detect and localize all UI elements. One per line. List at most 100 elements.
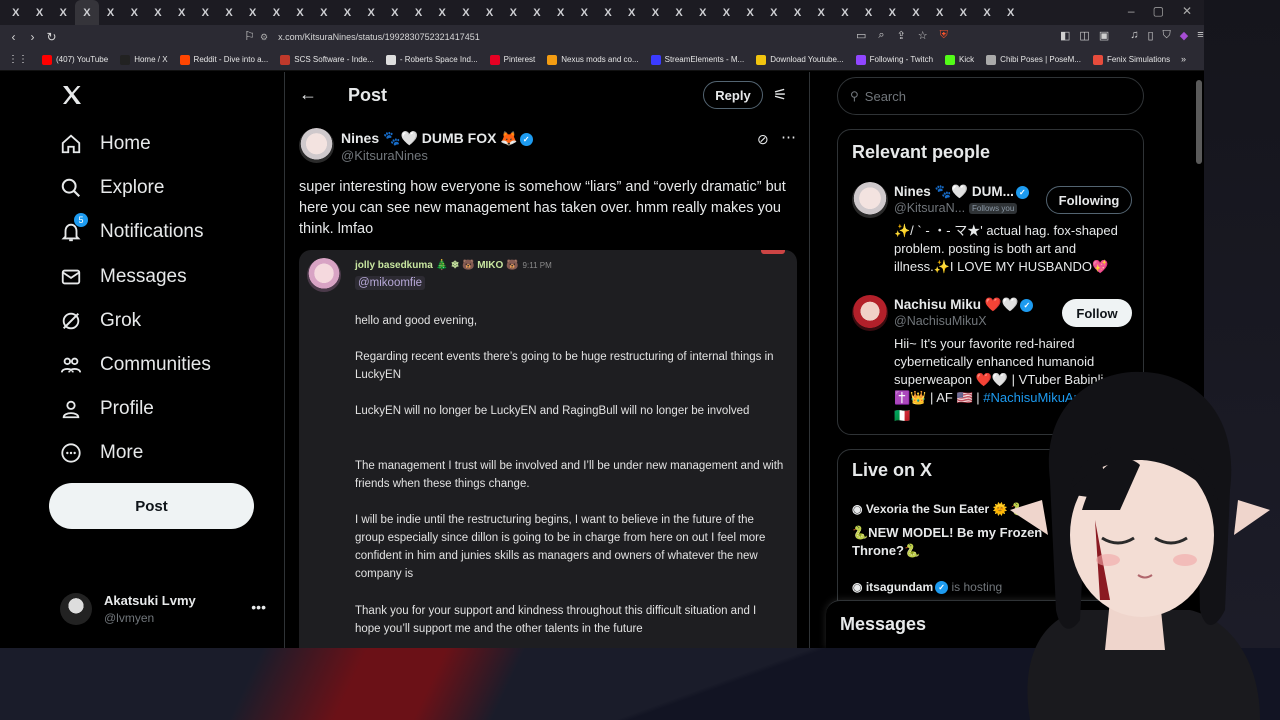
browser-tab[interactable]: X [454, 0, 478, 25]
browser-tab[interactable]: X [952, 0, 976, 25]
close-icon[interactable]: ✕ [1182, 4, 1192, 18]
avatar[interactable] [852, 182, 888, 218]
reply-button[interactable]: Reply [703, 81, 763, 109]
bookmark-item[interactable]: SCS Software - Inde... [280, 54, 374, 65]
nav-item-notifications[interactable]: 5 Notifications [60, 213, 204, 243]
nav-item-communities[interactable]: Communities [60, 354, 211, 376]
browser-tab[interactable]: X [241, 0, 265, 25]
browser-tab[interactable]: X [430, 0, 454, 25]
wallet-icon[interactable]: ◆ [1180, 29, 1188, 42]
browser-tab[interactable]: X [667, 0, 691, 25]
author-handle[interactable]: @KitsuraNines [341, 148, 428, 163]
avatar[interactable] [852, 295, 888, 331]
nav-item-home[interactable]: Home [60, 133, 151, 155]
screen-icon[interactable]: ▭ [856, 29, 866, 42]
browser-tab[interactable]: X [762, 0, 786, 25]
browser-tab[interactable]: X [51, 0, 75, 25]
reply-settings-icon[interactable]: ⚟ [773, 85, 787, 105]
browser-tab[interactable]: X [383, 0, 407, 25]
bookmark-item[interactable]: Reddit - Dive into a... [179, 54, 268, 65]
browser-tab[interactable]: X [786, 0, 810, 25]
site-info-icon[interactable]: ⚙ [260, 32, 268, 43]
browser-tab[interactable]: X [501, 0, 525, 25]
zoom-icon[interactable]: ⌕ [878, 29, 884, 42]
browser-tab[interactable]: X [336, 0, 360, 25]
bookmark-item[interactable]: Download Youtube... [756, 54, 844, 65]
browser-tab[interactable]: X [312, 0, 336, 25]
browser-tab[interactable]: X [644, 0, 668, 25]
sidebar-icon[interactable]: ▯ [1147, 29, 1153, 42]
browser-tab[interactable]: X [525, 0, 549, 25]
browser-tab[interactable]: X [596, 0, 620, 25]
nav-item-profile[interactable]: Profile [60, 398, 154, 420]
browser-tab[interactable]: X [904, 0, 928, 25]
author-name[interactable]: Nines 🐾🤍 DUMB FOX 🦊 ✓ [341, 130, 533, 147]
nav-item-grok[interactable]: Grok [60, 310, 141, 332]
browser-tab[interactable]: X [691, 0, 715, 25]
bookmark-item[interactable]: - Roberts Space Ind... [385, 54, 478, 65]
more-dots-icon[interactable]: ⋯ [781, 128, 796, 146]
browser-tab[interactable]: X [549, 0, 573, 25]
person-name[interactable]: Nines 🐾🤍 DUM... ✓ [894, 184, 1029, 200]
music-icon[interactable]: ♫ [1130, 29, 1138, 42]
live-host[interactable]: ◉ itsagundam ✓ is hosting [852, 580, 1002, 595]
browser-tab[interactable]: X [265, 0, 289, 25]
browser-tab[interactable]: X [880, 0, 904, 25]
browser-tab[interactable]: X [620, 0, 644, 25]
nav-item-explore[interactable]: Explore [60, 177, 164, 199]
bookmark-item[interactable]: Nexus mods and co... [547, 54, 639, 65]
browser-tab[interactable]: X [738, 0, 762, 25]
back-arrow-icon[interactable]: ← [299, 84, 317, 105]
browser-tab[interactable]: X [75, 0, 99, 25]
nav-item-messages[interactable]: Messages [60, 266, 187, 288]
account-switcher[interactable]: Akatsuki Lvmy @lvmyen ••• [60, 587, 270, 631]
person-card[interactable]: Nines 🐾🤍 DUM... ✓ @KitsuraN... Follows you… [852, 182, 1142, 282]
bookmark-item[interactable]: Pinterest [489, 54, 535, 65]
person-name[interactable]: Nachisu Miku ❤️🤍 ✓ [894, 297, 1034, 313]
extension-icon[interactable]: ◫ [1079, 29, 1089, 42]
bookmark-item[interactable]: StreamElements - M... [650, 54, 744, 65]
browser-tab[interactable]: X [359, 0, 383, 25]
browser-tab[interactable]: X [99, 0, 123, 25]
browser-tab[interactable]: X [170, 0, 194, 25]
menu-icon[interactable]: ≡ [1197, 29, 1203, 42]
brave-shield-icon[interactable]: ⛨ [940, 29, 948, 42]
bookmark-item[interactable]: Fenix Simulations [1092, 54, 1170, 65]
bookmark-item[interactable]: (407) YouTube [42, 54, 108, 65]
browser-tab[interactable]: X [407, 0, 431, 25]
browser-tab[interactable]: X [146, 0, 170, 25]
browser-tab[interactable]: X [809, 0, 833, 25]
bookmark-item[interactable]: Following - Twitch [855, 54, 933, 65]
attached-screenshot[interactable]: jolly basedkuma 🎄 ❄ 🐻 MIKO 🐻 9:11 PM @mik… [299, 250, 797, 648]
browser-tab[interactable]: X [573, 0, 597, 25]
star-icon[interactable]: ☆ [918, 29, 928, 42]
bookmark-item[interactable]: Home / X [120, 54, 168, 65]
post-button[interactable]: Post [49, 483, 254, 529]
grok-explain-icon[interactable]: ⊘ [757, 131, 769, 148]
bookmark-item[interactable]: Chibi Poses | PoseM... [986, 54, 1081, 65]
follow-button[interactable]: Follow [1062, 299, 1132, 327]
reload-icon[interactable]: ↻ [42, 30, 61, 44]
forward-icon[interactable]: › [23, 30, 42, 44]
browser-tab[interactable]: X [715, 0, 739, 25]
extension-icon[interactable]: ▣ [1099, 29, 1109, 42]
nav-item-more[interactable]: More [60, 442, 143, 464]
browser-tab[interactable]: X [999, 0, 1023, 25]
minimize-icon[interactable]: – [1128, 4, 1135, 18]
browser-tab[interactable]: X [28, 0, 52, 25]
browser-tab[interactable]: X [4, 0, 28, 25]
more-dots-icon[interactable]: ••• [251, 599, 266, 615]
url-field[interactable]: ⚙ x.com/KitsuraNines/status/199283075232… [260, 28, 944, 46]
browser-tab[interactable]: X [478, 0, 502, 25]
back-icon[interactable]: ‹ [4, 30, 23, 44]
browser-tab[interactable]: X [194, 0, 218, 25]
search-input[interactable]: ⚲ Search [837, 77, 1144, 115]
browser-tab[interactable]: X [975, 0, 999, 25]
bookmark-item[interactable]: Kick [945, 54, 974, 65]
apps-icon[interactable]: ⋮⋮ [8, 54, 28, 65]
browser-tab[interactable]: X [217, 0, 241, 25]
maximize-icon[interactable]: ▢ [1153, 4, 1164, 18]
share-icon[interactable]: ⇪ [897, 29, 906, 42]
x-logo-icon[interactable] [60, 82, 84, 114]
extension-icon[interactable]: ◧ [1060, 29, 1070, 42]
